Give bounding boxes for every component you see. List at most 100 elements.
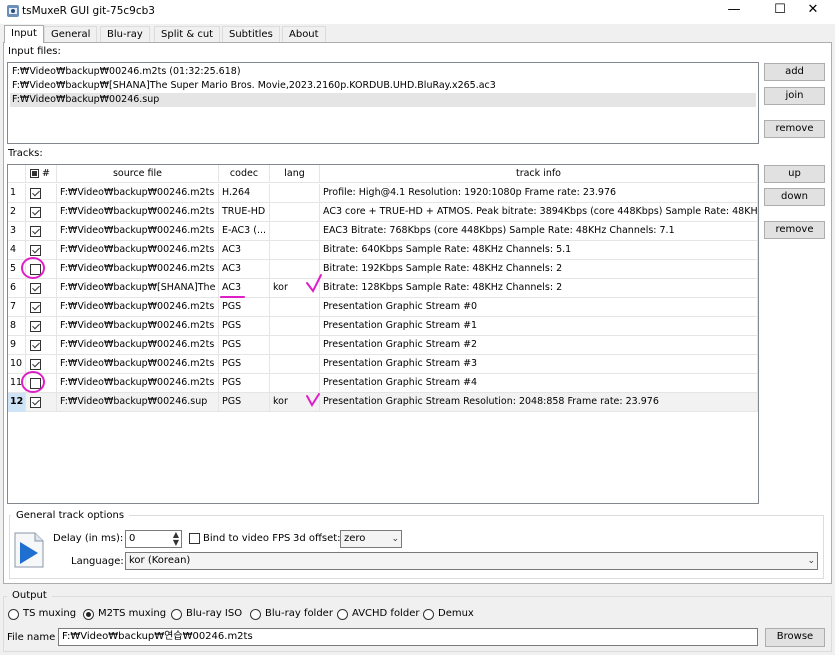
column-header-index	[8, 165, 26, 183]
track-row[interactable]: 3 F:₩Video₩backup₩00246.m2ts E-AC3 (... EAC…	[8, 222, 758, 241]
track-source: F:₩Video₩backup₩00246.m2ts	[57, 374, 219, 393]
input-files-label: Input files:	[8, 46, 61, 57]
radio-avchd-folder[interactable]	[337, 609, 348, 620]
input-file-item[interactable]: F:₩Video₩backup₩00246.m2ts (01:32:25.618…	[10, 65, 756, 79]
track-checkbox	[26, 374, 57, 393]
input-files-list[interactable]: F:₩Video₩backup₩00246.m2ts (01:32:25.618…	[7, 62, 759, 144]
file-name-input[interactable]: F:₩Video₩backup₩연습₩00246.m2ts	[58, 628, 758, 646]
spin-down-icon[interactable]: ▼	[173, 539, 179, 547]
track-row[interactable]: 1 F:₩Video₩backup₩00246.m2ts H.264 Profile:…	[8, 184, 758, 203]
track-number: 3	[8, 222, 26, 241]
track-info: Presentation Graphic Stream Resolution: …	[320, 393, 758, 412]
track-row[interactable]: 12 F:₩Video₩backup₩00246.sup PGS kor Present…	[8, 393, 758, 412]
track-codec: PGS	[219, 374, 270, 393]
track-lang	[270, 355, 320, 374]
radio-m2ts-muxing[interactable]	[83, 609, 94, 620]
track-row[interactable]: 4 F:₩Video₩backup₩00246.m2ts AC3 Bitrate: 6…	[8, 241, 758, 260]
column-header-lang[interactable]: lang	[270, 165, 320, 183]
track-number: 6	[8, 279, 26, 298]
track-source: F:₩Video₩backup₩00246.m2ts	[57, 317, 219, 336]
track-codec: TRUE-HD	[219, 203, 270, 222]
track-row[interactable]: 9 F:₩Video₩backup₩00246.m2ts PGS Presentati…	[8, 336, 758, 355]
track-row[interactable]: 2 F:₩Video₩backup₩00246.m2ts TRUE-HD AC3 co…	[8, 203, 758, 222]
demux-label: Demux	[438, 608, 474, 619]
track-lang: kor	[270, 279, 320, 298]
track-codec: PGS	[219, 393, 270, 412]
input-file-item[interactable]: F:₩Video₩backup₩[SHANA]The Super Mario B…	[10, 79, 756, 93]
avchd-folder-label: AVCHD folder	[352, 608, 420, 619]
track-lang	[270, 222, 320, 241]
language-label: Language:	[71, 556, 124, 567]
checkbox-icon[interactable]	[30, 207, 41, 218]
tracks-table[interactable]: # source file codec lang track info 1 F:₩…	[7, 164, 759, 504]
track-lang	[270, 184, 320, 203]
track-source: F:₩Video₩backup₩[SHANA]The ...	[57, 279, 219, 298]
remove-file-button[interactable]: remove	[764, 120, 825, 138]
checkbox-icon[interactable]	[30, 378, 41, 389]
track-checkbox	[26, 393, 57, 412]
ts-muxing-label: TS muxing	[23, 608, 77, 619]
select-all-checkbox[interactable]	[30, 169, 39, 178]
tab-input[interactable]: Input	[4, 25, 44, 43]
checkbox-icon[interactable]	[30, 321, 41, 332]
radio-bluray-iso[interactable]	[171, 609, 182, 620]
track-checkbox	[26, 241, 57, 260]
browse-button[interactable]: Browse	[765, 628, 825, 647]
track-info: Bitrate: 192Kbps Sample Rate: 48KHz Chan…	[320, 260, 758, 279]
track-checkbox	[26, 279, 57, 298]
radio-ts-muxing[interactable]	[8, 609, 19, 620]
tab-general[interactable]: General	[44, 26, 98, 42]
checkbox-icon[interactable]	[30, 245, 41, 256]
track-info: Bitrate: 640Kbps Sample Rate: 48KHz Chan…	[320, 241, 758, 260]
track-row[interactable]: 10 F:₩Video₩backup₩00246.m2ts PGS Presentat…	[8, 355, 758, 374]
tab-about[interactable]: About	[282, 26, 326, 42]
checkbox-icon[interactable]	[30, 226, 41, 237]
offset-select[interactable]: zero ⌄	[340, 530, 402, 548]
chevron-down-icon: ⌄	[807, 556, 815, 566]
track-row[interactable]: 7 F:₩Video₩backup₩00246.m2ts PGS Presentati…	[8, 298, 758, 317]
tab-bluray[interactable]: Blu-ray	[100, 26, 150, 42]
delay-label: Delay (in ms):	[53, 533, 124, 544]
track-row[interactable]: 11 F:₩Video₩backup₩00246.m2ts PGS Presentat…	[8, 374, 758, 393]
track-lang	[270, 203, 320, 222]
join-file-button[interactable]: join	[764, 87, 825, 105]
track-row[interactable]: 6 F:₩Video₩backup₩[SHANA]The ... AC3 kor Bit…	[8, 279, 758, 298]
checkbox-icon[interactable]	[30, 359, 41, 370]
checkbox-icon[interactable]	[30, 302, 41, 313]
add-file-button[interactable]: add	[764, 63, 825, 81]
tracks-label: Tracks:	[8, 148, 43, 159]
column-header-info[interactable]: track info	[320, 165, 758, 183]
track-down-button[interactable]: down	[764, 188, 825, 206]
output-title: Output	[7, 590, 52, 601]
tab-subtitles[interactable]: Subtitles	[222, 26, 280, 42]
checkbox-icon[interactable]	[30, 188, 41, 199]
track-info: Presentation Graphic Stream #1	[320, 317, 758, 336]
checkbox-icon[interactable]	[30, 340, 41, 351]
radio-bluray-folder[interactable]	[250, 609, 261, 620]
column-header-codec[interactable]: codec	[219, 165, 270, 183]
delay-input[interactable]: 0 ▲ ▼	[125, 530, 182, 548]
checkbox-icon[interactable]	[30, 283, 41, 294]
track-checkbox	[26, 355, 57, 374]
track-source: F:₩Video₩backup₩00246.m2ts	[57, 355, 219, 374]
input-file-item[interactable]: F:₩Video₩backup₩00246.sup	[10, 93, 756, 107]
track-row[interactable]: 8 F:₩Video₩backup₩00246.m2ts PGS Presentati…	[8, 317, 758, 336]
checkbox-icon[interactable]	[30, 397, 41, 408]
column-header-source[interactable]: source file	[57, 165, 219, 183]
track-checkbox	[26, 222, 57, 241]
language-select[interactable]: kor (Korean) ⌄	[125, 552, 818, 570]
checkbox-icon[interactable]	[30, 264, 41, 275]
offset-label: 3d offset:	[293, 533, 341, 544]
radio-demux[interactable]	[423, 609, 434, 620]
bind-fps-checkbox[interactable]	[189, 533, 200, 544]
track-checkbox	[26, 298, 57, 317]
close-button[interactable]: ✕	[790, 0, 835, 22]
column-header-num[interactable]: #	[26, 165, 57, 183]
tab-split-cut[interactable]: Split & cut	[154, 26, 221, 42]
track-row[interactable]: 5 F:₩Video₩backup₩00246.m2ts AC3 Bitrate: 1…	[8, 260, 758, 279]
track-remove-button[interactable]: remove	[764, 221, 825, 239]
minimize-button[interactable]: —	[711, 0, 757, 22]
track-up-button[interactable]: up	[764, 165, 825, 183]
track-source: F:₩Video₩backup₩00246.m2ts	[57, 260, 219, 279]
track-info: Bitrate: 128Kbps Sample Rate: 48KHz Chan…	[320, 279, 758, 298]
